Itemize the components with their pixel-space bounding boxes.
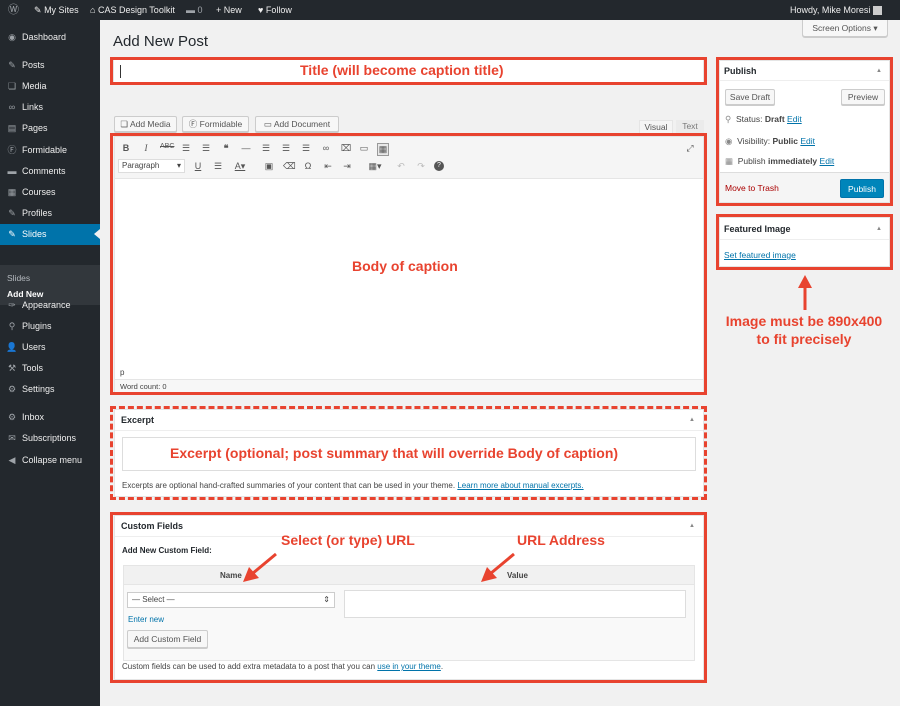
tab-visual[interactable]: Visual — [639, 120, 673, 134]
sidebar-item-label: Dashboard — [22, 32, 67, 42]
submenu-item-slides[interactable]: Slides — [7, 273, 30, 283]
sidebar-item-label: Settings — [22, 384, 55, 394]
sidebar-item-label: Formidable — [22, 145, 68, 155]
follow-link[interactable]: ♥ Follow — [258, 0, 292, 20]
add-media-button[interactable]: ❏ Add Media — [114, 116, 177, 132]
new-content-link[interactable]: + New — [216, 0, 242, 20]
media-icon: ❏ — [120, 119, 129, 129]
link-icon: ∞ — [8, 102, 16, 112]
sidebar-item-plugins[interactable]: ⚲ Plugins — [0, 316, 100, 337]
dashboard-icon: ◉ — [8, 32, 16, 42]
inbox-icon: ⚙ — [7, 412, 17, 422]
wrench-icon: ✎ — [34, 5, 42, 15]
sidebar-item-label: Appearance — [22, 300, 71, 310]
avatar — [872, 6, 882, 16]
sidebar-item-comments[interactable]: ▬ Comments — [0, 161, 100, 182]
sidebar-item-subscriptions[interactable]: ✉ Subscriptions — [0, 428, 100, 449]
admin-bar: Ⓦ ✎ My Sites ⌂ CAS Design Toolkit ▬ 0 + … — [0, 0, 900, 20]
tab-text[interactable]: Text — [676, 120, 704, 134]
sidebar-item-slides[interactable]: ✎ Slides — [0, 224, 100, 245]
comment-icon: ▬ — [7, 166, 17, 176]
arrow-up-annotation — [798, 275, 812, 310]
site-name-link[interactable]: ⌂ CAS Design Toolkit — [90, 0, 175, 20]
sidebar-item-label: Plugins — [22, 321, 52, 331]
sidebar-item-tools[interactable]: ⚒ Tools — [0, 358, 100, 379]
home-icon: ⌂ — [90, 5, 96, 15]
sidebar-item-users[interactable]: 👤 Users — [0, 337, 100, 358]
brush-icon: ✑ — [8, 300, 16, 310]
users-icon: 👤 — [6, 342, 18, 352]
featured-image-highlight — [716, 214, 893, 270]
image-size-annotation-line-2: to fit precisely — [756, 331, 852, 347]
pin-icon: ✎ — [8, 60, 16, 70]
sidebar-item-label: Comments — [22, 166, 66, 176]
sidebar-item-label: Slides — [22, 229, 47, 239]
sidebar-item-label: Users — [22, 342, 46, 352]
pin-icon: ✎ — [8, 229, 16, 239]
sidebar-item-pages[interactable]: ▤ Pages — [0, 118, 100, 139]
media-icon: ❏ — [7, 81, 17, 91]
sidebar-item-media[interactable]: ❏ Media — [0, 76, 100, 97]
sidebar-item-inbox[interactable]: ⚙ Inbox — [0, 407, 100, 428]
account-link[interactable]: Howdy, Mike Moresi — [790, 0, 882, 20]
sidebar-item-formidable[interactable]: Ⓕ Formidable — [0, 140, 100, 161]
screen-options-button[interactable]: Screen Options ▾ — [802, 20, 888, 37]
my-sites-link[interactable]: ✎ My Sites — [34, 0, 79, 20]
sidebar-item-label: Media — [22, 81, 47, 91]
wordpress-icon[interactable]: Ⓦ — [8, 0, 19, 20]
sidebar-item-label: Posts — [22, 60, 45, 70]
sidebar-item-settings[interactable]: ⚙ Settings — [0, 379, 100, 400]
current-indicator — [94, 229, 100, 239]
body-annotation: Body of caption — [352, 258, 458, 274]
admin-menu: Slides Add New ◉ Dashboard ✎ Posts ❏ Media ∞ Li… — [0, 20, 100, 706]
sidebar-item-profiles[interactable]: ✎ Profiles — [0, 203, 100, 224]
comment-icon: ▬ — [186, 5, 195, 15]
settings-icon: ⚙ — [7, 384, 17, 394]
sidebar-item-label: Tools — [22, 363, 44, 373]
comments-link[interactable]: ▬ 0 — [186, 0, 203, 20]
arrow-to-name-annotation — [243, 552, 277, 582]
sidebar-item-label: Subscriptions — [22, 433, 77, 443]
arrow-to-value-annotation — [481, 552, 515, 582]
formidable-icon: Ⓕ — [7, 145, 17, 155]
sidebar-item-dashboard[interactable]: ◉ Dashboard — [0, 27, 100, 48]
courses-icon: ▦ — [7, 187, 17, 197]
plugin-icon: ⚲ — [8, 321, 16, 331]
sidebar-item-label: Pages — [22, 123, 48, 133]
sidebar-item-links[interactable]: ∞ Links — [0, 97, 100, 118]
mail-icon: ✉ — [8, 433, 16, 443]
page-title: Add New Post — [113, 33, 209, 50]
sidebar-item-courses[interactable]: ▦ Courses — [0, 182, 100, 203]
formidable-icon: Ⓕ — [188, 119, 198, 129]
select-url-annotation: Select (or type) URL — [281, 532, 415, 548]
collapse-icon: ◀ — [8, 455, 16, 465]
title-annotation: Title (will become caption title) — [300, 62, 504, 78]
sidebar-item-label: Inbox — [22, 412, 45, 422]
tools-icon: ⚒ — [7, 363, 17, 373]
sidebar-item-posts[interactable]: ✎ Posts — [0, 55, 100, 76]
sidebar-item-label: Collapse menu — [22, 455, 83, 465]
heart-icon: ♥ — [258, 5, 264, 15]
document-icon: ▭ — [263, 119, 272, 129]
image-size-annotation-line-1: Image must be 890x400 — [725, 313, 883, 329]
sidebar-item-label: Profiles — [22, 208, 53, 218]
pin-icon: ✎ — [8, 208, 16, 218]
excerpt-annotation: Excerpt (optional; post summary that wil… — [170, 445, 619, 461]
publish-highlight — [716, 57, 893, 206]
sidebar-item-collapse-menu[interactable]: ◀ Collapse menu — [0, 450, 100, 471]
add-document-button[interactable]: ▭ Add Document — [255, 116, 339, 132]
sidebar-item-label: Courses — [22, 187, 56, 197]
page-icon: ▤ — [7, 123, 17, 133]
formidable-button[interactable]: Ⓕ Formidable — [182, 116, 249, 132]
sidebar-item-appearance[interactable]: ✑ Appearance — [0, 295, 100, 316]
plus-icon: + — [216, 5, 222, 15]
url-address-annotation: URL Address — [517, 532, 605, 548]
sidebar-item-label: Links — [22, 102, 44, 112]
